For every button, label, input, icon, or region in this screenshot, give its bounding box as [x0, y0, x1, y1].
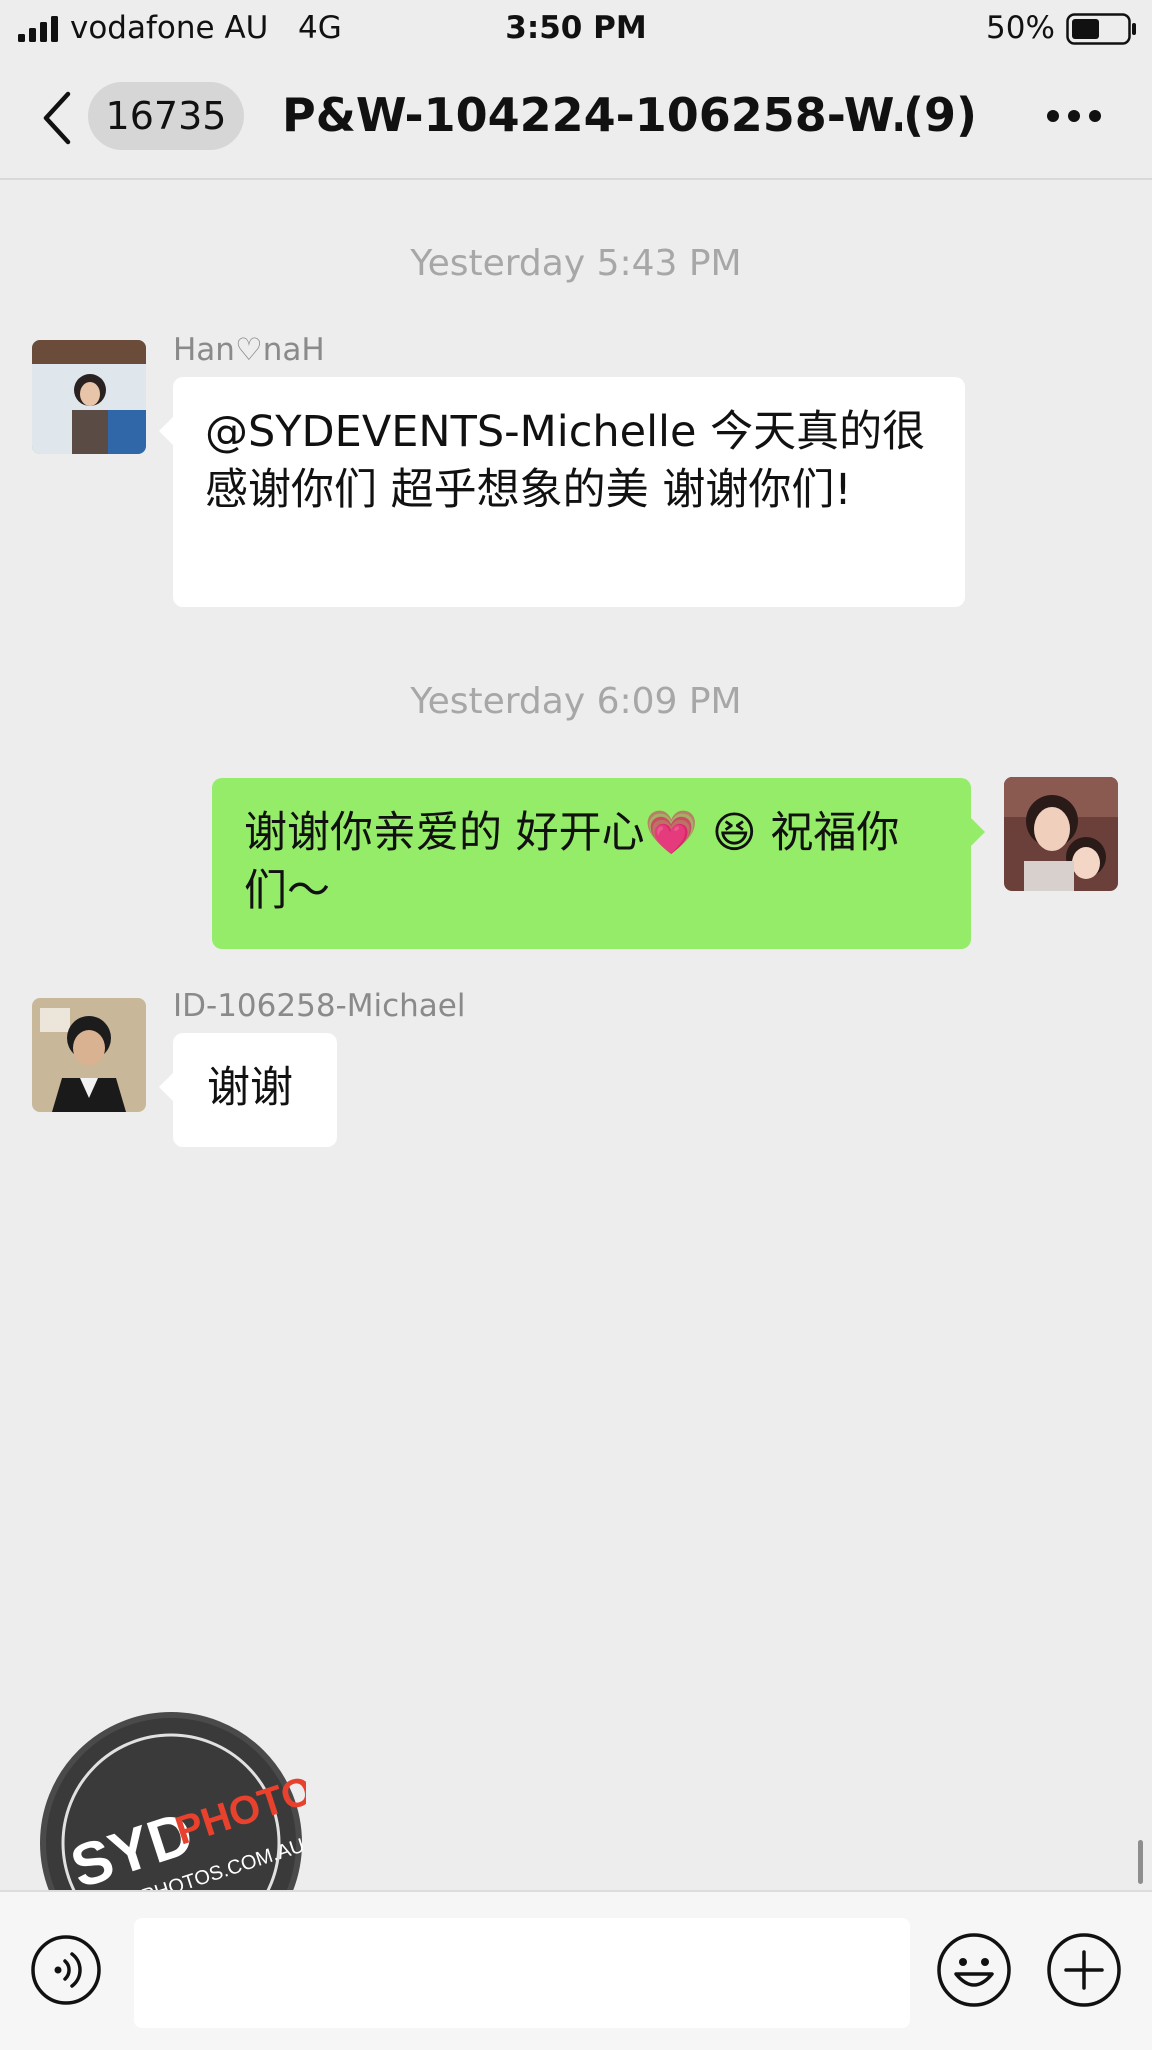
voice-icon[interactable] — [30, 1934, 102, 2006]
plus-icon[interactable] — [1046, 1932, 1122, 2008]
status-time: 3:50 PM — [505, 10, 647, 46]
message-text: 谢谢你亲爱的 好开心 — [244, 808, 645, 858]
message-text: 谢谢 — [207, 1063, 293, 1113]
heart-emoji: 💗 — [644, 808, 699, 858]
member-count: (9) — [903, 88, 978, 142]
message-text: @SYDEVENTS-Michelle 今天真的很感谢你们 超乎想象的美 谢谢你… — [205, 407, 926, 515]
unread-count-badge[interactable]: 16735 — [88, 82, 244, 150]
status-bar: vodafone AU 4G 3:50 PM 50% — [0, 0, 1152, 58]
input-bar — [0, 1890, 1152, 2050]
avatar[interactable] — [1004, 777, 1118, 891]
scrollbar[interactable] — [1138, 1840, 1143, 1884]
sender-name: Han♡naH — [173, 332, 325, 368]
battery-percent: 50% — [986, 10, 1055, 46]
message-bubble[interactable]: 谢谢你亲爱的 好开心💗 😆 祝福你们～ — [212, 778, 985, 949]
chevron-left-icon[interactable] — [40, 90, 76, 146]
message-input[interactable] — [134, 1918, 910, 2028]
sender-name: ID-106258-Michael — [173, 988, 466, 1024]
chat-title: P&W-104224-106258-W... — [282, 88, 902, 142]
avatar[interactable] — [32, 340, 146, 454]
chat-header: 16735 P&W-104224-106258-W... (9) — [0, 58, 1152, 180]
more-dots-icon[interactable] — [1046, 106, 1102, 126]
message-timestamp: Yesterday 5:43 PM — [410, 243, 742, 284]
message-timestamp: Yesterday 6:09 PM — [410, 681, 742, 722]
avatar[interactable] — [32, 998, 146, 1112]
message-bubble[interactable]: 谢谢 — [159, 1033, 337, 1147]
message-bubble[interactable]: @SYDEVENTS-Michelle 今天真的很感谢你们 超乎想象的美 谢谢你… — [159, 377, 965, 607]
grinning-emoji: 😆 — [711, 808, 757, 858]
battery-icon — [1066, 13, 1136, 45]
smiley-icon[interactable] — [936, 1932, 1012, 2008]
